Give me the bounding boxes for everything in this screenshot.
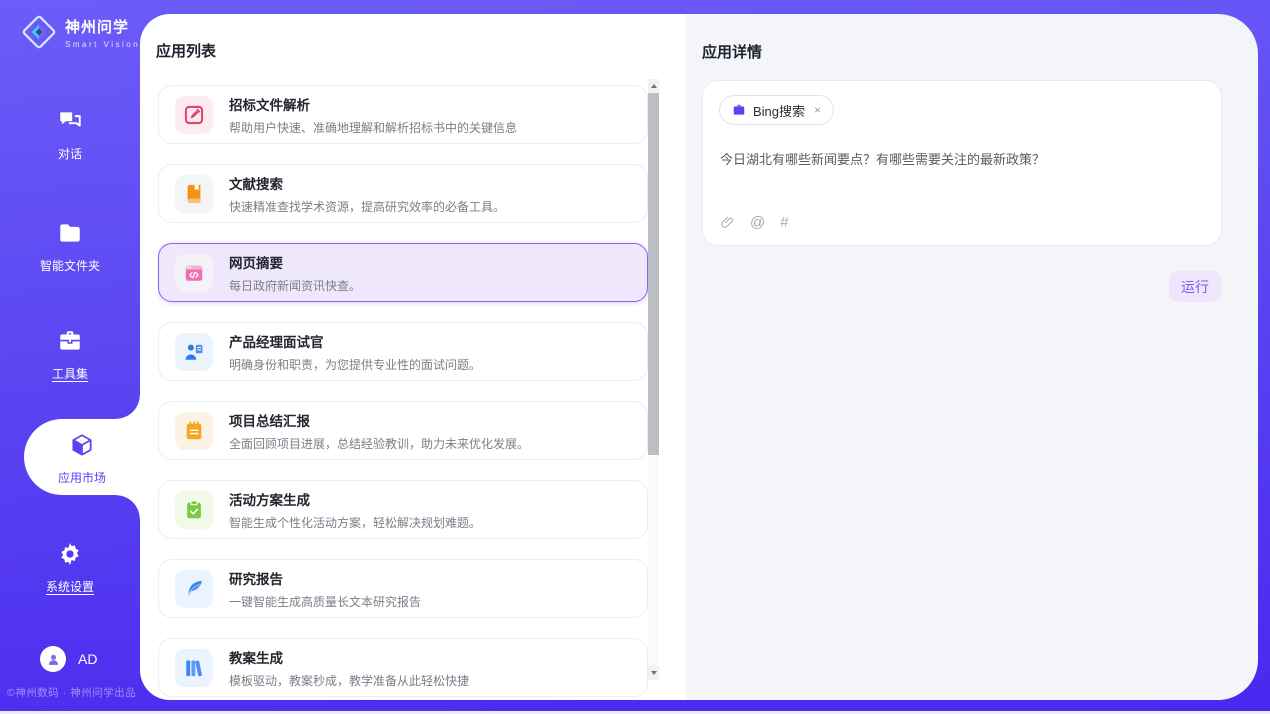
sidebar-item-app-market[interactable]: 应用市场 xyxy=(24,419,140,495)
sidebar-item-chat[interactable]: 对话 xyxy=(0,108,140,162)
scroll-up-button[interactable] xyxy=(648,79,659,93)
briefcase-icon xyxy=(732,103,746,117)
brand-subtitle: Smart Vision xyxy=(65,40,140,49)
prompt-card: Bing搜索 × 今日湖北有哪些新闻要点？有哪些需要关注的最新政策？ @ # xyxy=(702,80,1222,246)
scrollbar-thumb[interactable] xyxy=(648,93,659,455)
app-title: 教案生成 xyxy=(229,647,469,667)
app-list-item[interactable]: 招标文件解析 帮助用户快速、准确地理解和解析招标书中的关键信息 xyxy=(158,85,648,144)
app-icon xyxy=(175,491,213,529)
app-list-item[interactable]: 项目总结汇报 全面回顾项目进展，总结经验教训，助力未来优化发展。 xyxy=(158,401,648,460)
app-icon xyxy=(175,96,213,134)
app-description: 明确身份和职责，为您提供专业性的面试问题。 xyxy=(229,356,481,373)
app-title: 活动方案生成 xyxy=(229,489,481,509)
app-icon xyxy=(175,649,213,687)
app-icon-glyph xyxy=(183,183,205,205)
app-title: 文献搜索 xyxy=(229,173,505,193)
logo-diamond-icon xyxy=(20,13,58,51)
sidebar-item-smart-folder[interactable]: 智能文件夹 xyxy=(0,220,140,274)
app-title: 招标文件解析 xyxy=(229,94,517,114)
cube-icon xyxy=(69,432,95,458)
sidebar-item-label: 工具集 xyxy=(0,365,140,382)
app-icon-glyph xyxy=(183,499,205,521)
user-initials: AD xyxy=(78,651,97,667)
app-window: 神州问学 Smart Vision 对话 智能文件夹 工具集 应用市场 系统设置… xyxy=(0,0,1270,714)
app-icon-glyph xyxy=(183,341,205,363)
list-scrollbar[interactable] xyxy=(648,79,659,680)
app-list-item[interactable]: 教案生成 模板驱动，教案秒成，教学准备从此轻松快捷 xyxy=(158,638,648,697)
triangle-up-icon xyxy=(651,84,657,88)
app-text: 研究报告 一键智能生成高质量长文本研究报告 xyxy=(229,568,421,610)
app-list-item[interactable]: 活动方案生成 智能生成个性化活动方案，轻松解决规划难题。 xyxy=(158,480,648,539)
content-area: 应用列表 招标文件解析 帮助用户快速、准确地理解和解析招标书中的关键信息 xyxy=(140,14,1258,700)
sidebar-item-label: 智能文件夹 xyxy=(0,257,140,274)
app-list-item[interactable]: 研究报告 一键智能生成高质量长文本研究报告 xyxy=(158,559,648,618)
app-icon-glyph xyxy=(183,262,205,284)
sidebar-item-label: 应用市场 xyxy=(24,469,140,486)
app-description: 快速精准查找学术资源，提高研究效率的必备工具。 xyxy=(229,198,505,215)
app-title: 项目总结汇报 xyxy=(229,410,529,430)
app-icon xyxy=(175,570,213,608)
folder-icon xyxy=(57,220,83,246)
app-description: 模板驱动，教案秒成，教学准备从此轻松快捷 xyxy=(229,672,469,689)
app-list: 招标文件解析 帮助用户快速、准确地理解和解析招标书中的关键信息 文献搜索 快速精… xyxy=(158,85,648,700)
gear-icon xyxy=(57,541,83,567)
run-button[interactable]: 运行 xyxy=(1169,271,1221,302)
attachment-toolbar: @ # xyxy=(720,214,789,231)
app-list-title: 应用列表 xyxy=(156,40,216,61)
app-list-item[interactable]: 网页摘要 每日政府新闻资讯快查。 xyxy=(158,243,648,302)
app-description: 每日政府新闻资讯快查。 xyxy=(229,277,361,294)
tool-chip-bing-search[interactable]: Bing搜索 × xyxy=(719,95,834,125)
hash-icon[interactable]: # xyxy=(780,214,788,231)
app-text: 网页摘要 每日政府新闻资讯快查。 xyxy=(229,252,361,294)
app-text: 产品经理面试官 明确身份和职责，为您提供专业性的面试问题。 xyxy=(229,331,481,373)
app-text: 项目总结汇报 全面回顾项目进展，总结经验教训，助力未来优化发展。 xyxy=(229,410,529,452)
app-icon xyxy=(175,333,213,371)
app-text: 教案生成 模板驱动，教案秒成，教学准备从此轻松快捷 xyxy=(229,647,469,689)
paperclip-icon[interactable] xyxy=(720,215,735,230)
app-list-panel: 应用列表 招标文件解析 帮助用户快速、准确地理解和解析招标书中的关键信息 xyxy=(140,14,686,700)
sidebar-item-label: 对话 xyxy=(0,145,140,162)
avatar xyxy=(40,646,66,672)
app-title: 网页摘要 xyxy=(229,252,361,272)
brand-name: 神州问学 xyxy=(65,16,140,37)
tool-chip-label: Bing搜索 xyxy=(753,101,805,120)
sidebar-item-label: 系统设置 xyxy=(0,578,140,595)
app-icon-glyph xyxy=(183,578,205,600)
app-text: 文献搜索 快速精准查找学术资源，提高研究效率的必备工具。 xyxy=(229,173,505,215)
app-description: 帮助用户快速、准确地理解和解析招标书中的关键信息 xyxy=(229,119,517,136)
copyright-text: ©神州数码 · 神州问学出品 xyxy=(7,685,137,700)
app-title: 产品经理面试官 xyxy=(229,331,481,351)
toolbox-icon xyxy=(57,328,83,354)
app-description: 智能生成个性化活动方案，轻松解决规划难题。 xyxy=(229,514,481,531)
triangle-down-icon xyxy=(651,671,657,675)
app-icon-glyph xyxy=(183,420,205,442)
app-icon xyxy=(175,254,213,292)
app-description: 一键智能生成高质量长文本研究报告 xyxy=(229,593,421,610)
mention-icon[interactable]: @ xyxy=(750,214,765,231)
app-list-item[interactable]: 产品经理面试官 明确身份和职责，为您提供专业性的面试问题。 xyxy=(158,322,648,381)
app-detail-title: 应用详情 xyxy=(702,41,762,62)
app-list-item[interactable]: 文献搜索 快速精准查找学术资源，提高研究效率的必备工具。 xyxy=(158,164,648,223)
brand-logo: 神州问学 Smart Vision xyxy=(20,13,140,51)
app-icon xyxy=(175,412,213,450)
app-icon xyxy=(175,175,213,213)
app-title: 研究报告 xyxy=(229,568,421,588)
sidebar-item-toolset[interactable]: 工具集 xyxy=(0,328,140,382)
person-icon xyxy=(46,652,61,667)
close-icon[interactable]: × xyxy=(812,103,823,117)
chat-icon xyxy=(57,108,83,134)
app-text: 招标文件解析 帮助用户快速、准确地理解和解析招标书中的关键信息 xyxy=(229,94,517,136)
app-icon-glyph xyxy=(183,104,205,126)
user-account[interactable]: AD xyxy=(40,646,97,672)
sidebar-item-settings[interactable]: 系统设置 xyxy=(0,541,140,595)
app-icon-glyph xyxy=(183,657,205,679)
scroll-down-button[interactable] xyxy=(648,666,659,680)
app-detail-panel: 应用详情 Bing搜索 × 今日湖北有哪些新闻要点？有哪些需要关注的最新政策？ … xyxy=(686,14,1258,700)
app-description: 全面回顾项目进展，总结经验教训，助力未来优化发展。 xyxy=(229,435,529,452)
logo-text: 神州问学 Smart Vision xyxy=(65,16,140,49)
query-text-input[interactable]: 今日湖北有哪些新闻要点？有哪些需要关注的最新政策？ xyxy=(720,150,1205,170)
app-text: 活动方案生成 智能生成个性化活动方案，轻松解决规划难题。 xyxy=(229,489,481,531)
